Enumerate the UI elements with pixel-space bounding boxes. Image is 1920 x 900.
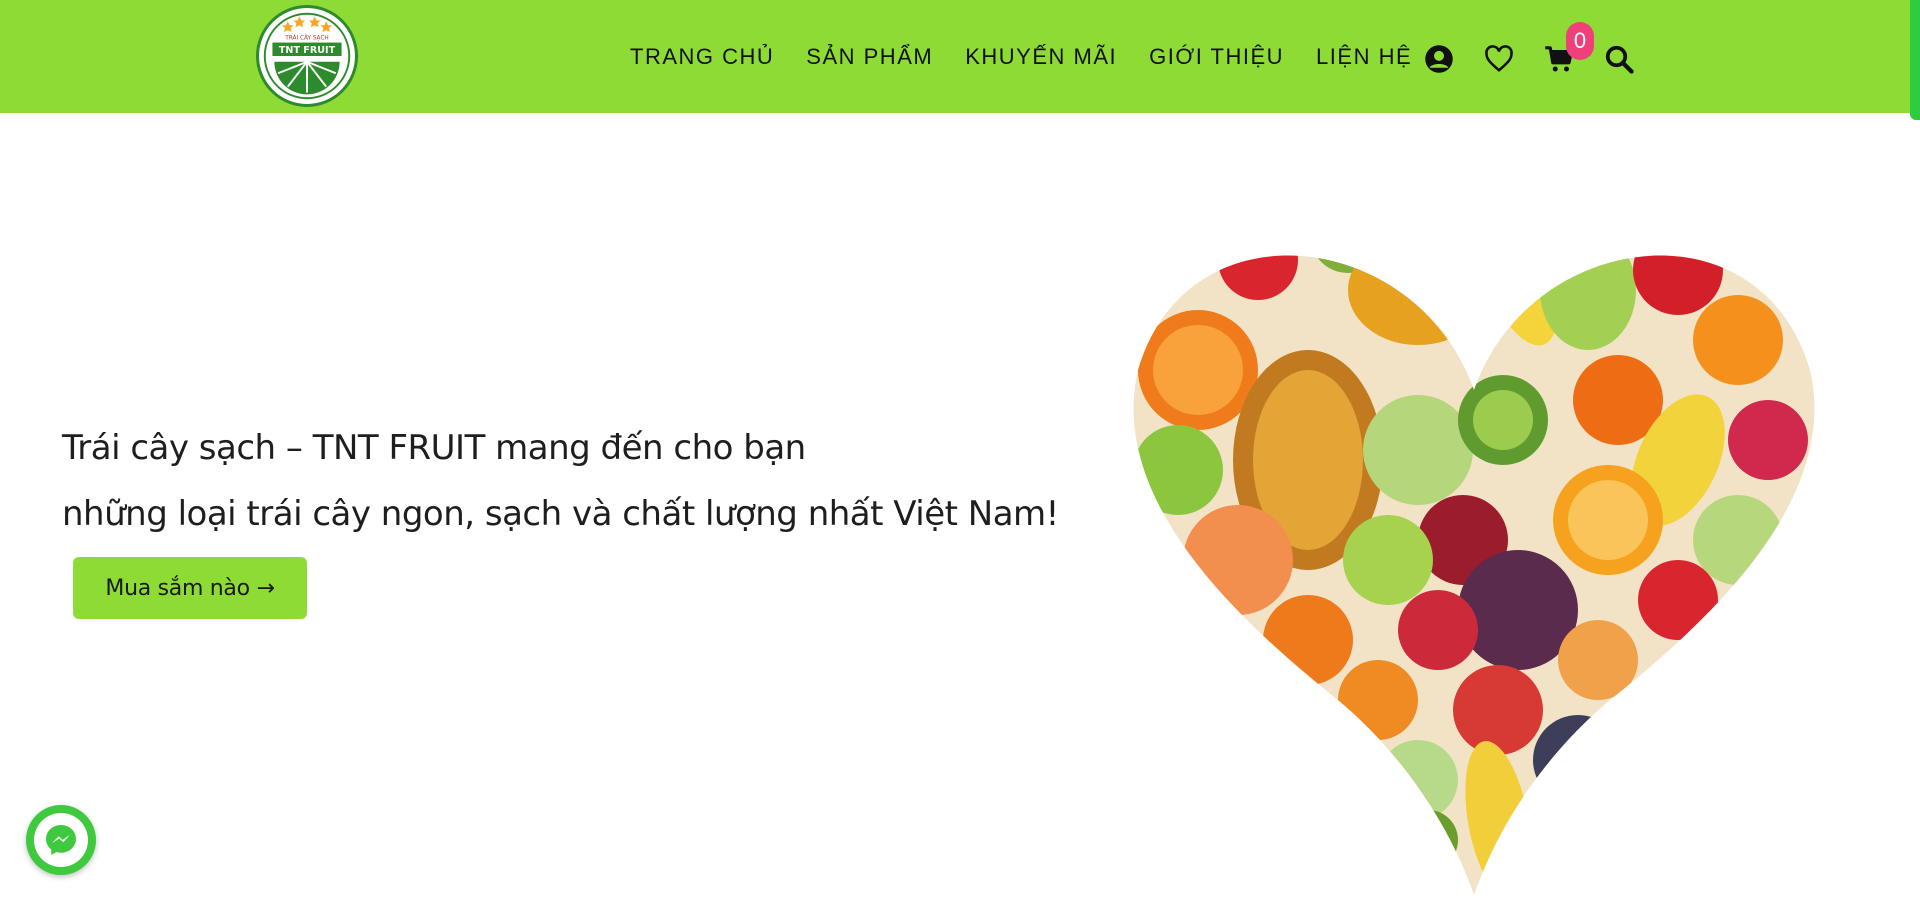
heart-icon[interactable] (1484, 44, 1514, 74)
cart-count-badge: 0 (1566, 22, 1594, 60)
logo-emblem: TRÁI CÂY SẠCH TNT FRUIT (262, 11, 352, 101)
nav-products[interactable]: SẢN PHẨM (806, 44, 933, 70)
logo-brand: TNT FRUIT (279, 45, 336, 56)
cart-icon[interactable]: 0 (1544, 22, 1594, 74)
nav-home[interactable]: TRANG CHỦ (630, 44, 774, 70)
shop-now-button[interactable]: Mua sắm nào → (73, 557, 307, 619)
fruit-heart-image (1118, 140, 1830, 900)
logo-tagline: TRÁI CÂY SẠCH (284, 35, 329, 42)
hero-text: Trái cây sạch – TNT FRUIT mang đến cho b… (62, 415, 1059, 547)
hero-headline-line1: Trái cây sạch – TNT FRUIT mang đến cho b… (62, 428, 806, 468)
nav-promotions[interactable]: KHUYẾN MÃI (965, 44, 1117, 70)
messenger-icon (46, 825, 76, 855)
logo[interactable]: TRÁI CÂY SẠCH TNT FRUIT (256, 5, 358, 107)
hero-headline-line2: những loại trái cây ngon, sạch và chất l… (62, 494, 1059, 534)
user-icon[interactable] (1424, 44, 1454, 74)
nav-contact[interactable]: LIỆN HỆ (1316, 44, 1412, 70)
scroll-indicator[interactable] (1910, 0, 1920, 120)
messenger-chat-button[interactable] (26, 805, 96, 875)
nav-about[interactable]: GIỚI THIỆU (1149, 44, 1284, 70)
search-icon[interactable] (1604, 44, 1634, 74)
header-actions: 0 (1424, 22, 1634, 74)
site-header: TRÁI CÂY SẠCH TNT FRUIT TRANG CHỦ SẢN PH… (0, 0, 1920, 120)
main-nav: TRANG CHỦ SẢN PHẨM KHUYẾN MÃI GIỚI THIỆU… (630, 44, 1412, 70)
